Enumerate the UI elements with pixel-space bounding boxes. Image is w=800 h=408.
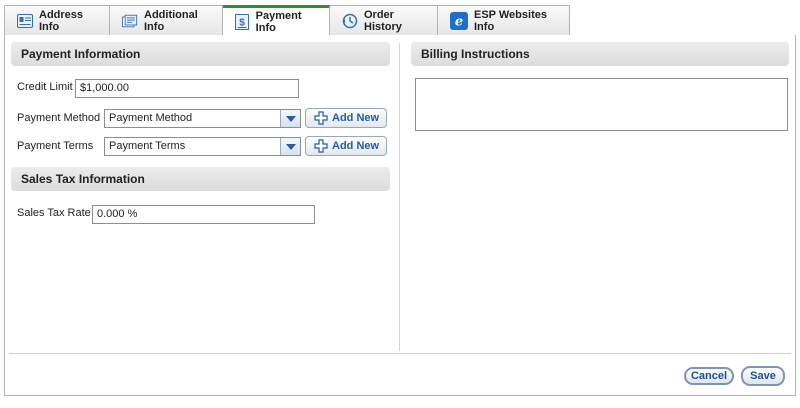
plus-icon (314, 139, 328, 153)
credit-limit-input[interactable]: $1,000.00 (75, 79, 299, 98)
payment-method-label: Payment Method (17, 112, 101, 124)
sales-tax-rate-label: Sales Tax Rate (17, 207, 91, 219)
payment-method-value: Payment Method (109, 112, 193, 124)
tab-label: Address Info (39, 8, 84, 33)
add-new-label: Add New (332, 112, 380, 124)
sales-tax-information-header: Sales Tax Information (11, 167, 390, 191)
chevron-down-icon[interactable] (280, 138, 300, 155)
tab-payment-info[interactable]: $ Payment Info (223, 5, 330, 36)
notes-icon (122, 13, 138, 29)
tab-esp-websites-info[interactable]: e ESP Websites Info (438, 5, 570, 36)
tab-additional-info[interactable]: Additional Info (110, 5, 223, 36)
tab-label: Payment Info (255, 9, 302, 34)
payment-information-header: Payment Information (11, 42, 390, 66)
payment-terms-label: Payment Terms (17, 140, 94, 152)
cancel-button[interactable]: Cancel (684, 367, 734, 385)
address-card-icon (17, 13, 33, 29)
chevron-down-icon[interactable] (280, 110, 300, 127)
column-divider (399, 43, 400, 351)
payment-terms-value: Payment Terms (109, 140, 186, 152)
add-payment-terms-button[interactable]: Add New (305, 136, 387, 156)
tab-label: Order History (364, 8, 402, 33)
svg-text:$: $ (240, 17, 246, 28)
payment-terms-select[interactable]: Payment Terms (104, 137, 301, 156)
tab-label: Additional Info (144, 8, 198, 33)
save-button[interactable]: Save (741, 366, 785, 386)
billing-instructions-header: Billing Instructions (411, 42, 789, 66)
footer-divider (9, 353, 791, 354)
add-payment-method-button[interactable]: Add New (305, 108, 387, 128)
payment-icon: $ (235, 13, 250, 30)
plus-icon (314, 111, 328, 125)
tab-content-panel: Payment Information Credit Limit $1,000.… (4, 35, 796, 396)
tab-bar: Address Info Additional Info $ Payment I… (4, 5, 796, 36)
svg-text:e: e (455, 14, 463, 29)
tab-label: ESP Websites Info (474, 8, 547, 33)
history-icon (342, 13, 358, 29)
add-new-label: Add New (332, 140, 380, 152)
sales-tax-rate-input[interactable]: 0.000 % (92, 205, 315, 224)
tab-address-info[interactable]: Address Info (4, 5, 110, 36)
esp-logo-icon: e (450, 11, 468, 30)
credit-limit-label: Credit Limit (17, 81, 73, 93)
payment-method-select[interactable]: Payment Method (104, 109, 301, 128)
tab-order-history[interactable]: Order History (330, 5, 438, 36)
billing-instructions-textarea[interactable] (415, 78, 788, 131)
